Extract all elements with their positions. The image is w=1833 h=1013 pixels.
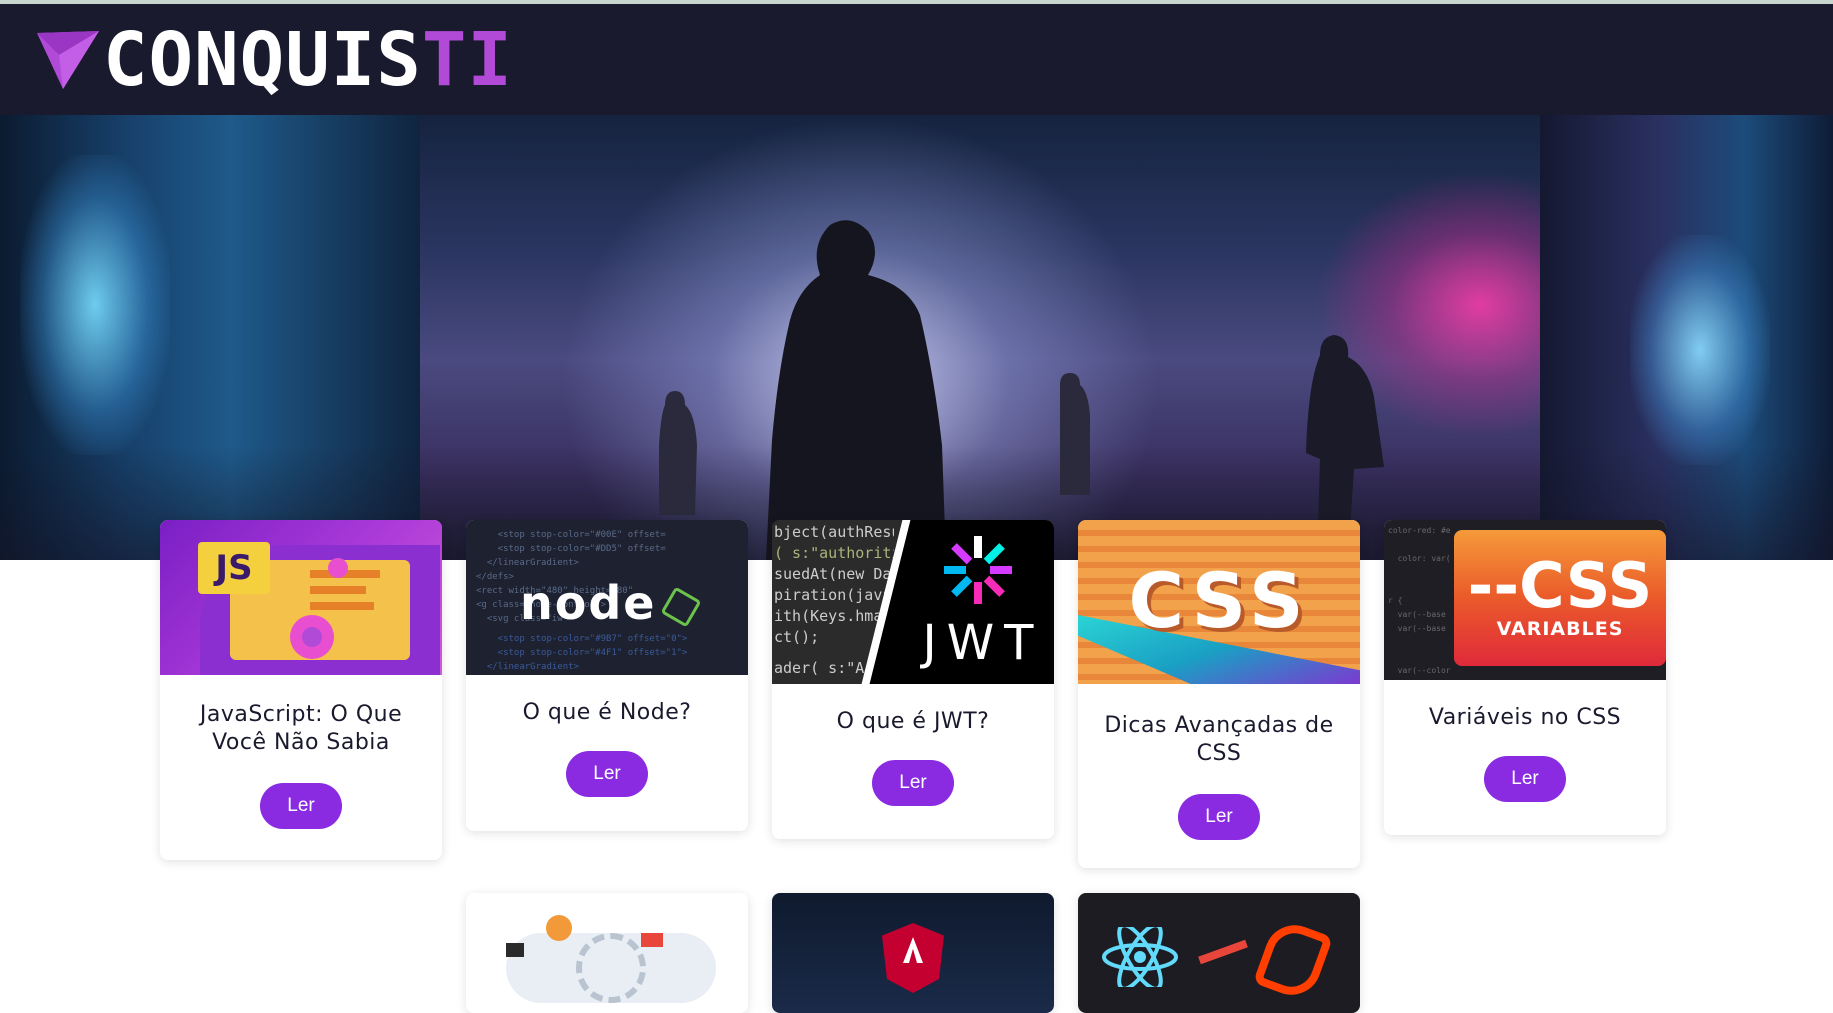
read-button[interactable]: Ler (260, 783, 342, 829)
card-thumbnail-css-variables-sub: VARIABLES (1496, 618, 1624, 640)
article-card-row2-1[interactable] (466, 893, 748, 1013)
article-card-css-variables[interactable]: color-red: #e color: var( r { var(--base… (1384, 520, 1666, 835)
card-thumbnail-css-variables-text: --CSS (1467, 549, 1653, 622)
article-card-row2-3[interactable] (1078, 893, 1360, 1013)
react-logo-icon (1102, 927, 1178, 987)
article-card-row2-2[interactable] (772, 893, 1054, 1013)
hero-banner-image (0, 115, 1833, 560)
card-title: Dicas Avançadas de CSS (1104, 713, 1334, 766)
card-thumbnail-css-variables: color-red: #e color: var( r { var(--base… (1384, 520, 1666, 680)
article-card-jwt[interactable]: bject(authResu ( s:"authoriti suedAt(new… (772, 520, 1054, 839)
card-thumbnail-js-badge: JS (198, 542, 270, 594)
article-card-javascript[interactable]: JS JavaScript: O Que Você Não Sabia Ler (160, 520, 442, 860)
card-thumbnail-web-tools (466, 893, 748, 1013)
card-thumbnail-angular (772, 893, 1054, 1013)
card-thumbnail-frameworks (1078, 893, 1360, 1013)
card-title: JavaScript: O Que Você Não Sabia (199, 702, 403, 755)
card-thumbnail-jwt: bject(authResu ( s:"authoriti suedAt(new… (772, 520, 1054, 684)
card-title: Variáveis no CSS (1428, 705, 1622, 730)
card-thumbnail-css-text: CSS (1128, 556, 1310, 645)
read-button[interactable]: Ler (872, 760, 954, 806)
card-thumbnail-node: <stop stop-color="#00E" offset= <stop st… (466, 520, 748, 675)
card-title: O que é Node? (522, 700, 692, 725)
logo-arrow-icon (37, 31, 99, 89)
article-card-node[interactable]: <stop stop-color="#00E" offset= <stop st… (466, 520, 748, 831)
read-button[interactable]: Ler (1484, 756, 1566, 802)
hero-figure-right (1306, 335, 1384, 529)
article-card-css[interactable]: CSS Dicas Avançadas de CSS Ler (1078, 520, 1360, 868)
card-thumbnail-javascript: JS (160, 520, 442, 675)
site-header: CONQUISTI (0, 4, 1833, 115)
card-thumbnail-node-logo: node (520, 576, 657, 630)
hero-main-figure (766, 220, 946, 560)
jwt-logo-icon (944, 536, 1012, 604)
hero-silhouettes (659, 220, 1384, 560)
hero-figure-mid (1060, 373, 1090, 495)
hero-figure-left (659, 391, 697, 515)
logo-wordmark: CONQUISTI (103, 17, 513, 103)
read-button[interactable]: Ler (1178, 794, 1260, 840)
card-thumbnail-css: CSS (1078, 520, 1360, 684)
site-logo[interactable]: CONQUISTI (35, 22, 513, 98)
card-title: O que é JWT? (836, 709, 990, 734)
card-thumbnail-jwt-text: JWT (922, 615, 1044, 671)
read-button[interactable]: Ler (566, 751, 648, 797)
